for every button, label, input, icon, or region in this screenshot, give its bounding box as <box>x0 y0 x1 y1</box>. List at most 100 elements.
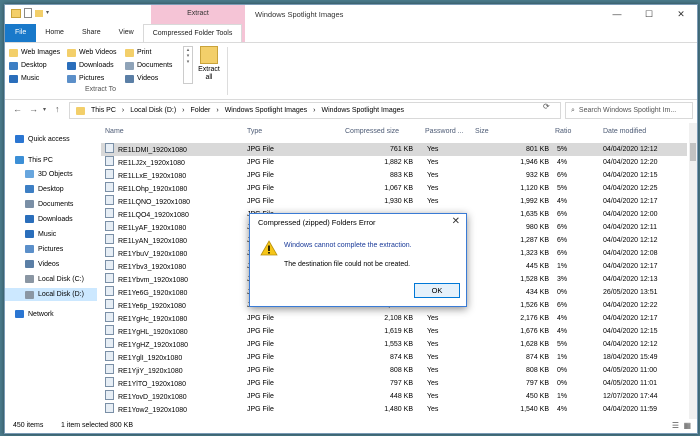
cell-name: RE1YjiY_1920x1080 <box>105 364 183 378</box>
extract-to-label: Documents <box>137 62 173 69</box>
refresh-icon[interactable]: ⟳ <box>543 102 550 111</box>
cell-text: 1% <box>557 263 568 270</box>
tab-file[interactable]: File <box>5 24 37 42</box>
folder-icon[interactable] <box>11 8 21 18</box>
breadcrumb-this-pc[interactable]: This PC <box>91 107 116 114</box>
tab-home[interactable]: Home <box>36 24 73 42</box>
jpg-file-icon <box>105 234 114 244</box>
table-row[interactable]: RE1YgHc_1920x1080 JPG File 2,108 KB Yes 2,17… <box>101 312 687 325</box>
customize-chevron-icon[interactable]: ▾ <box>46 9 52 18</box>
cell-ratio: 0% <box>557 286 567 299</box>
cell-name: RE1YlTO_1920x1080 <box>105 377 186 391</box>
search-input[interactable]: ⌕ Search Windows Spotlight Im... <box>565 102 693 119</box>
vertical-scrollbar[interactable] <box>689 123 697 419</box>
breadcrumb-spotlight-images[interactable]: Windows Spotlight Images <box>225 107 307 114</box>
breadcrumb-spotlight-images-zip[interactable]: Windows Spotlight Images <box>322 107 404 114</box>
column-header-password[interactable]: Password ... <box>425 123 464 141</box>
tab-compressed-folder-tools[interactable]: Compressed Folder Tools <box>142 24 243 42</box>
cell-text: 04/04/2020 12:17 <box>603 198 658 205</box>
cell-ratio: 4% <box>557 156 567 169</box>
cell-text: RE1YglI_1920x1080 <box>118 355 183 362</box>
column-header-name[interactable]: Name <box>105 123 124 141</box>
jpg-file-icon <box>105 286 114 296</box>
cell-text: JPG File <box>247 198 274 205</box>
extract-to-print[interactable]: Print <box>125 46 185 59</box>
address-bar[interactable]: This PC › Local Disk (D:) › Folder › Window… <box>69 102 561 119</box>
table-row[interactable]: RE1YgHZ_1920x1080 JPG File 1,553 KB Yes 1,62… <box>101 338 687 351</box>
nav-documents[interactable]: Documents <box>25 200 73 208</box>
jpg-file-icon <box>105 208 114 218</box>
tiles-view-icon[interactable]: ▦ <box>683 419 691 433</box>
extract-to-downloads[interactable]: Downloads <box>67 59 123 72</box>
nav-this-pc[interactable]: This PC <box>15 156 53 164</box>
extract-to-gallery: Web Images Web Videos Print Desktop Down… <box>9 46 185 85</box>
scroll-thumb[interactable] <box>690 143 696 161</box>
tab-view[interactable]: View <box>110 24 143 42</box>
extract-to-documents[interactable]: Documents <box>125 59 185 72</box>
column-header-date-modified[interactable]: Date modified <box>603 123 646 141</box>
column-header-size[interactable]: Size <box>475 123 489 141</box>
window-title: Windows Spotlight Images <box>255 10 344 19</box>
nav-label: Downloads <box>38 215 73 223</box>
minimize-button[interactable]: — <box>601 5 633 23</box>
cell-csize: 761 KB <box>337 143 413 156</box>
extract-all-label: Extract all <box>198 66 220 81</box>
back-arrow-icon[interactable]: ← <box>13 104 22 114</box>
gallery-scroller[interactable]: ▴ ▾ ▾ <box>183 46 193 84</box>
forward-arrow-icon[interactable]: → <box>29 104 38 114</box>
breadcrumb-folder[interactable]: Folder <box>191 107 211 114</box>
table-row[interactable]: RE1LOhp_1920x1080 JPG File 1,067 KB Yes 1,12… <box>101 182 687 195</box>
extract-to-web-images[interactable]: Web Images <box>9 46 65 59</box>
ok-button[interactable]: OK <box>414 283 460 298</box>
cell-size: 980 KB <box>477 221 549 234</box>
new-folder-icon[interactable] <box>35 9 43 17</box>
breadcrumb-separator: › <box>121 107 125 114</box>
table-row[interactable]: RE1Yow2_1920x1080 JPG File 1,480 KB Yes 1,54… <box>101 403 687 416</box>
up-arrow-icon[interactable]: ↑ <box>55 104 60 114</box>
nav-desktop[interactable]: Desktop <box>25 185 64 193</box>
table-row[interactable]: RE1LDMI_1920x1080 JPG File 761 KB Yes 801 KB… <box>101 143 687 156</box>
extract-to-desktop[interactable]: Desktop <box>9 59 65 72</box>
cell-text: 04/04/2020 11:59 <box>603 406 657 413</box>
nav-local-disk-d[interactable]: Local Disk (D:) <box>5 288 97 301</box>
breadcrumb-local-disk-d[interactable]: Local Disk (D:) <box>130 107 176 114</box>
table-row[interactable]: RE1YjiY_1920x1080 JPG File 808 KB Yes 808 KB… <box>101 364 687 377</box>
table-row[interactable]: RE1YgHL_1920x1080 JPG File 1,619 KB Yes 1,67… <box>101 325 687 338</box>
cell-date: 04/04/2020 12:17 <box>603 260 658 273</box>
extract-to-pictures[interactable]: Pictures <box>67 72 123 85</box>
nav-pictures[interactable]: Pictures <box>25 245 63 253</box>
table-row[interactable]: RE1LJ2x_1920x1080 JPG File 1,882 KB Yes 1,94… <box>101 156 687 169</box>
table-row[interactable]: RE1YlTO_1920x1080 JPG File 797 KB Yes 797 KB… <box>101 377 687 390</box>
column-header-ratio[interactable]: Ratio <box>555 123 571 141</box>
table-row[interactable]: RE1LLxE_1920x1080 JPG File 883 KB Yes 932 KB… <box>101 169 687 182</box>
properties-icon[interactable] <box>24 8 32 18</box>
extract-to-videos[interactable]: Videos <box>125 72 185 85</box>
extract-to-web-videos[interactable]: Web Videos <box>67 46 123 59</box>
column-header-type[interactable]: Type <box>247 123 262 141</box>
nav-local-disk-c[interactable]: Local Disk (C:) <box>25 275 84 283</box>
nav-quick-access[interactable]: Quick access <box>15 135 70 143</box>
tab-share[interactable]: Share <box>73 24 110 42</box>
extract-to-music[interactable]: Music <box>9 72 65 85</box>
cell-text: 761 KB <box>390 146 413 153</box>
cell-size: 932 KB <box>477 169 549 182</box>
nav-videos[interactable]: Videos <box>25 260 59 268</box>
cell-name: RE1LQNO_1920x1080 <box>105 195 190 209</box>
dialog-close-button[interactable]: ✕ <box>452 216 460 227</box>
maximize-button[interactable]: ☐ <box>633 5 665 23</box>
table-row[interactable]: RE1YovD_1920x1080 JPG File 448 KB Yes 450 KB… <box>101 390 687 403</box>
nav-3d-objects[interactable]: 3D Objects <box>25 170 73 178</box>
details-view-icon[interactable]: ☰ <box>672 419 679 433</box>
column-header-compressed-size[interactable]: Compressed size <box>345 123 399 141</box>
close-button[interactable]: ✕ <box>665 5 697 23</box>
recent-chevron-icon[interactable]: ▾ <box>43 106 46 113</box>
cell-size: 434 KB <box>477 286 549 299</box>
table-row[interactable]: RE1LQNO_1920x1080 JPG File 1,930 KB Yes 1,99… <box>101 195 687 208</box>
folder-icon <box>67 48 76 57</box>
nav-downloads[interactable]: Downloads <box>25 215 73 223</box>
nav-network[interactable]: Network <box>15 310 54 318</box>
cell-text: 2,176 KB <box>520 315 549 322</box>
extract-all-button[interactable]: Extract all <box>197 46 221 82</box>
nav-music[interactable]: Music <box>25 230 56 238</box>
table-row[interactable]: RE1YglI_1920x1080 JPG File 874 KB Yes 874 KB… <box>101 351 687 364</box>
